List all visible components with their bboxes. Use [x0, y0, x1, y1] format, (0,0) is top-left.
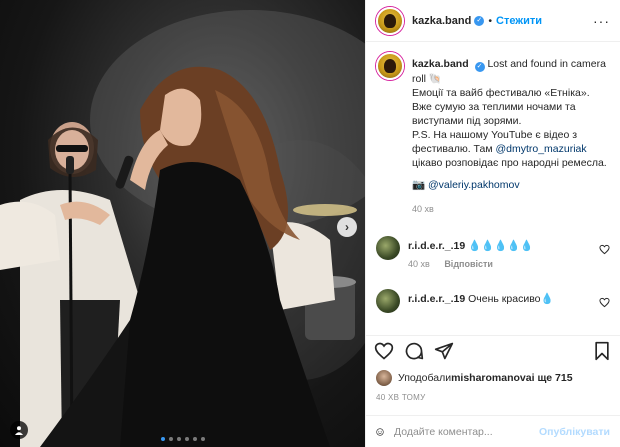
concert-photo: [0, 10, 365, 447]
commenter-avatar[interactable]: [376, 289, 400, 313]
post-photo[interactable]: ›: [0, 0, 365, 447]
commenter-username[interactable]: r.i.d.e.r._.19: [408, 293, 465, 305]
author-username[interactable]: kazka.band: [412, 15, 471, 27]
likes-summary[interactable]: Уподобали misharomanova і ще 715: [376, 370, 610, 386]
carousel-dot: [176, 437, 181, 441]
carousel-dot: [200, 437, 205, 441]
reply-button[interactable]: Відповісти: [444, 259, 493, 269]
comment-text: Очень красиво💧: [468, 293, 554, 305]
next-slide-button[interactable]: ›: [337, 217, 357, 237]
comment-input[interactable]: [393, 425, 529, 438]
comment-like-icon[interactable]: [599, 297, 610, 308]
comment-item: r.i.d.e.r._.19 💧💧💧💧💧 40 хв Відповісти: [376, 236, 610, 269]
comment-item: r.i.d.e.r._.19 Очень красиво💧: [376, 289, 610, 313]
post-actions: [366, 335, 620, 365]
liker-username[interactable]: misharomanova: [451, 372, 532, 384]
share-icon[interactable]: [434, 341, 454, 361]
comment-like-icon[interactable]: [599, 244, 610, 255]
mention-link[interactable]: @dmytro_mazuriak: [495, 143, 586, 155]
publish-button[interactable]: Опублікувати: [539, 426, 610, 438]
photographer-link[interactable]: @valeriy.pakhomov: [428, 179, 520, 191]
caption-line-3b: цікаво розповідає про народні ремесла.: [412, 157, 607, 169]
chevron-right-icon: ›: [345, 220, 349, 234]
follow-button[interactable]: Стежити: [496, 15, 542, 27]
user-tag-icon: [15, 426, 23, 435]
carousel-dot: [160, 437, 165, 441]
comment-text: 💧💧💧💧💧: [468, 240, 534, 252]
post-side-panel: kazka.band ✓ • Стежити ··· kazka.band ✓ …: [365, 0, 620, 447]
comments-list[interactable]: kazka.band ✓ Lost and found in camera ro…: [366, 50, 620, 335]
post-caption: kazka.band ✓ Lost and found in camera ro…: [376, 50, 610, 216]
commenter-username[interactable]: r.i.d.e.r._.19: [408, 240, 465, 252]
verified-icon: ✓: [474, 15, 485, 26]
likes-prefix: Уподобали: [398, 372, 452, 384]
carousel-dots: [0, 437, 365, 441]
likes-count[interactable]: і ще 715: [532, 372, 573, 384]
carousel-dot: [192, 437, 197, 441]
caption-line-2: Емоції та вайб фестивалю «Етніка». Вже с…: [412, 87, 590, 127]
heart-icon[interactable]: [374, 341, 394, 361]
caption-author-avatar[interactable]: [376, 52, 404, 80]
caption-username[interactable]: kazka.band: [412, 58, 469, 70]
emoji-icon[interactable]: [376, 422, 384, 442]
caption-time: 40 хв: [412, 204, 434, 214]
header-separator: •: [488, 14, 492, 27]
carousel-dot: [184, 437, 189, 441]
more-icon[interactable]: ···: [593, 13, 610, 29]
caption-verified-icon: ✓: [474, 62, 485, 72]
camera-icon: 📷: [412, 179, 426, 191]
post-header: kazka.band ✓ • Стежити ···: [366, 0, 620, 42]
author-avatar[interactable]: [376, 6, 404, 35]
add-comment-bar: Опублікувати: [366, 415, 620, 447]
post-timestamp: 40 хв тому: [376, 393, 426, 402]
bookmark-icon[interactable]: [592, 341, 612, 361]
comment-time: 40 хв: [408, 259, 430, 269]
carousel-dot: [168, 437, 173, 441]
instagram-post: › kazka.band ✓ • Стежити ··· kazka.band: [0, 0, 620, 447]
comment-icon[interactable]: [404, 341, 424, 361]
commenter-avatar[interactable]: [376, 236, 400, 260]
liker-avatar: [376, 370, 392, 386]
